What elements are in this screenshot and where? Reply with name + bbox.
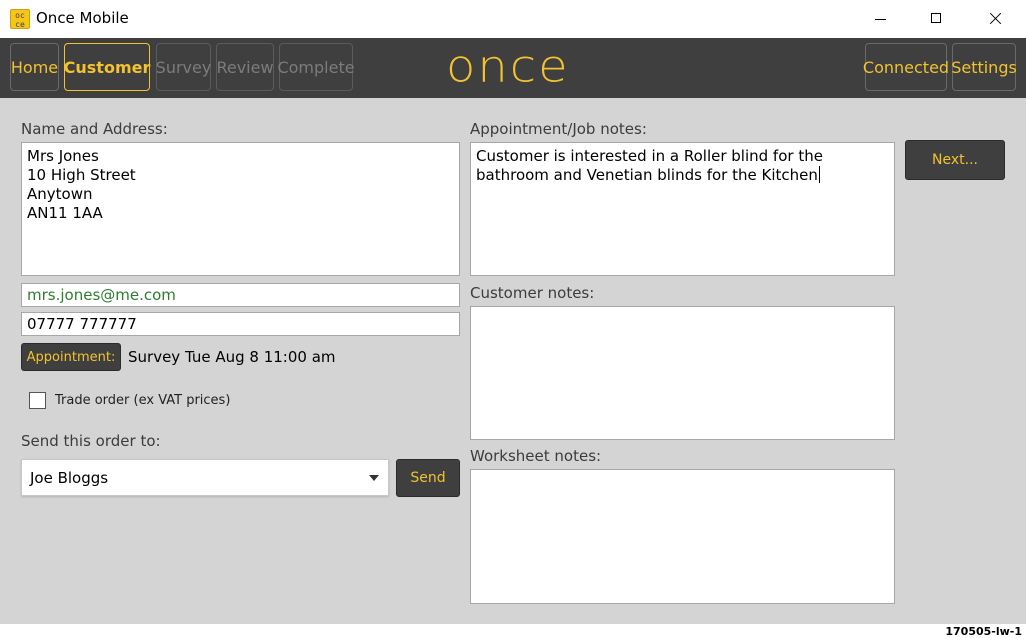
text-cursor [818, 166, 820, 183]
nav-bar: Home Customer Survey Review Complete onc… [0, 38, 1026, 98]
connected-button[interactable]: Connected [863, 43, 949, 91]
nav-review-button[interactable]: Review [216, 43, 274, 91]
once-app-icon: oc ce [10, 9, 30, 29]
appointment-button[interactable]: Appointment: [21, 343, 121, 371]
phone-field[interactable]: 07777 777777 [21, 312, 460, 336]
send-order-label: Send this order to: [21, 432, 161, 450]
customer-panel: Name and Address: Mrs Jones 10 High Stre… [0, 98, 1026, 624]
nav-survey-button[interactable]: Survey [156, 43, 211, 91]
customer-notes-label: Customer notes: [470, 284, 595, 302]
version-label: 170505-lw-1 [945, 625, 1022, 638]
send-button[interactable]: Send [396, 459, 460, 497]
job-notes-text: Customer is interested in a Roller blind… [476, 147, 828, 184]
window-title: Once Mobile [36, 9, 129, 27]
nav-complete-button[interactable]: Complete [277, 43, 355, 91]
name-address-label: Name and Address: [21, 120, 168, 138]
trade-order-label[interactable]: Trade order (ex VAT prices) [55, 393, 230, 408]
status-bar: 170505-lw-1 [0, 624, 1026, 639]
send-to-value: Joe Bloggs [30, 469, 109, 487]
email-field[interactable]: mrs.jones@me.com [21, 283, 460, 307]
appointment-text: Survey Tue Aug 8 11:00 am [128, 348, 336, 366]
once-logo: once [446, 41, 570, 93]
worksheet-notes-textarea[interactable] [470, 469, 895, 604]
close-icon[interactable] [966, 0, 1024, 38]
maximize-icon[interactable] [908, 0, 966, 38]
minimize-icon[interactable] [852, 0, 910, 38]
settings-button[interactable]: Settings [951, 43, 1017, 91]
nav-home-button[interactable]: Home [10, 43, 59, 91]
send-to-select[interactable]: Joe Bloggs [21, 459, 389, 496]
chevron-down-icon [369, 475, 379, 481]
title-bar: oc ce Once Mobile [0, 0, 1026, 38]
next-button[interactable]: Next... [905, 140, 1005, 180]
name-address-textarea[interactable]: Mrs Jones 10 High Street Anytown AN11 1A… [21, 142, 460, 276]
customer-notes-textarea[interactable] [470, 306, 895, 440]
trade-order-checkbox[interactable] [29, 392, 46, 409]
job-notes-label: Appointment/Job notes: [470, 120, 647, 138]
worksheet-notes-label: Worksheet notes: [470, 447, 602, 465]
job-notes-textarea[interactable]: Customer is interested in a Roller blind… [470, 142, 895, 276]
nav-customer-button[interactable]: Customer [64, 43, 150, 91]
